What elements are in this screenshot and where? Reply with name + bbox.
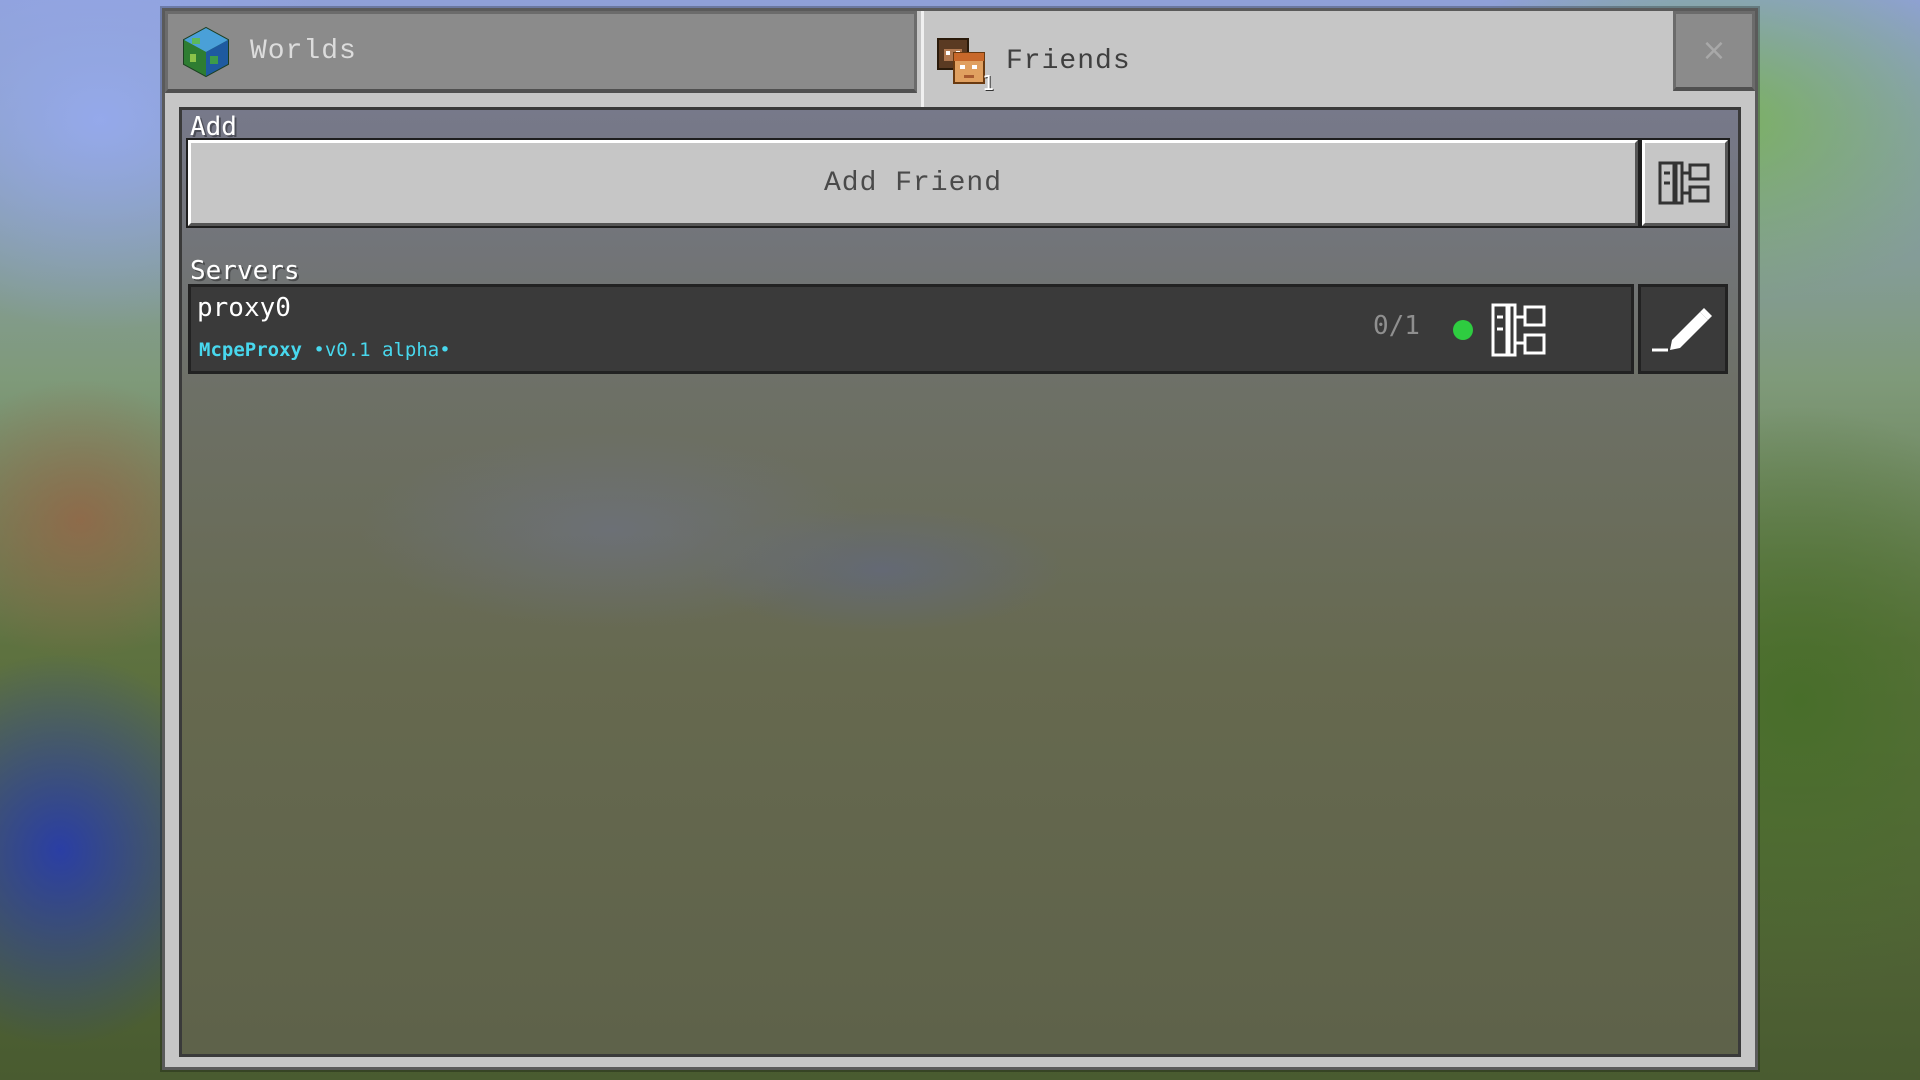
add-section-title: Add <box>190 112 237 142</box>
tab-worlds-label: Worlds <box>250 36 357 67</box>
server-list-icon <box>1658 161 1710 205</box>
friends-window: Worlds 1 Friends × Add Add Friend Server… <box>162 8 1758 1070</box>
tab-worlds[interactable]: Worlds <box>165 11 917 93</box>
server-status-online-icon <box>1453 320 1473 340</box>
edit-server-button[interactable] <box>1638 284 1728 374</box>
server-motd-brand: McpeProxy <box>199 339 302 361</box>
tab-friends-label: Friends <box>1006 45 1131 77</box>
globe-icon <box>180 26 232 78</box>
server-list-icon <box>1491 303 1546 357</box>
servers-section-title: Servers <box>190 256 300 286</box>
friends-panel: Add Add Friend Servers proxy0 McpeProxy … <box>179 107 1741 1057</box>
close-icon: × <box>1701 33 1727 68</box>
friends-badge: 1 <box>982 71 996 95</box>
close-button[interactable]: × <box>1673 11 1755 91</box>
server-row[interactable]: proxy0 McpeProxy •v0.1 alpha• 0/1 <box>188 284 1634 374</box>
friends-icon: 1 <box>936 35 994 95</box>
server-motd: McpeProxy •v0.1 alpha• <box>199 339 451 361</box>
server-name: proxy0 <box>197 293 291 323</box>
tab-friends[interactable]: 1 Friends <box>921 11 1667 111</box>
server-motd-version: •v0.1 alpha• <box>301 339 451 361</box>
add-friend-button[interactable]: Add Friend <box>186 138 1640 228</box>
server-player-count: 0/1 <box>1373 311 1420 341</box>
add-friend-label: Add Friend <box>823 167 1003 199</box>
pencil-icon <box>1652 308 1712 352</box>
server-list-icon-button[interactable] <box>1640 138 1730 228</box>
